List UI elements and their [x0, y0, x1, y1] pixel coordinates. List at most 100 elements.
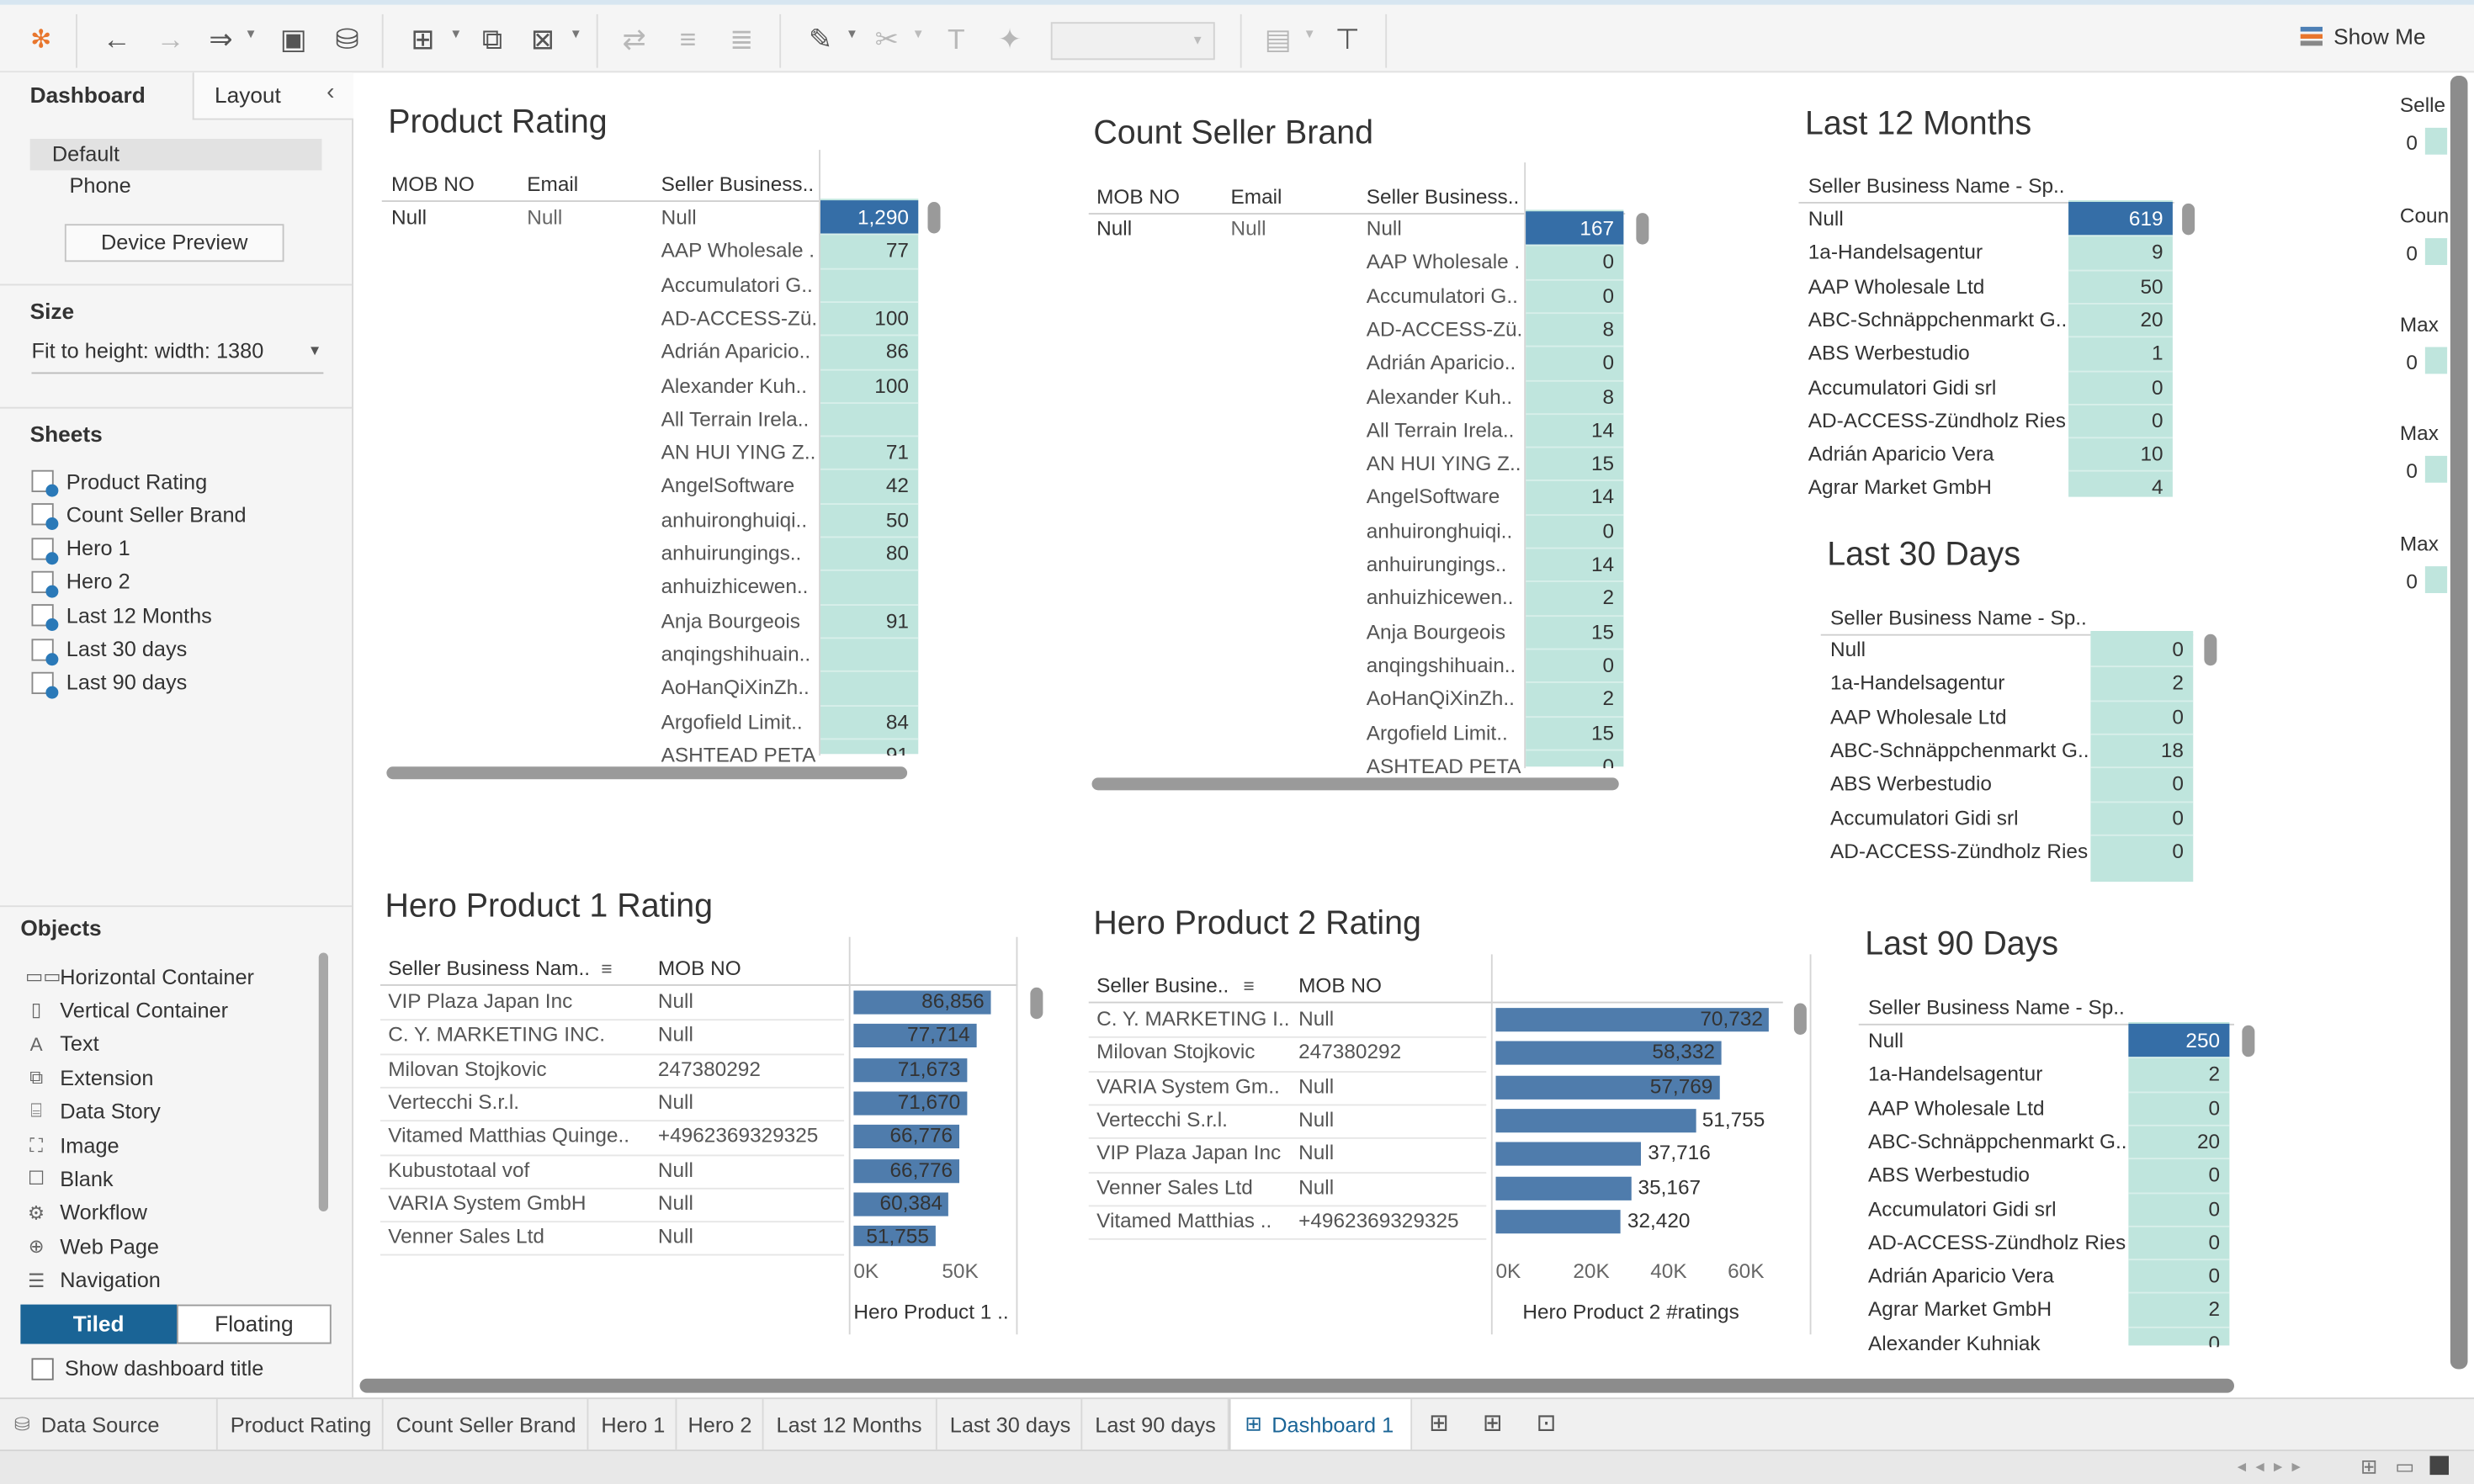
- last90-row-value: 0: [2208, 1095, 2221, 1120]
- presentation-icon[interactable]: ⊤: [1325, 18, 1370, 62]
- sheet-item[interactable]: Last 90 days: [31, 667, 187, 699]
- sheet-item[interactable]: Last 12 Months: [31, 600, 212, 632]
- device-phone[interactable]: Phone: [70, 173, 131, 197]
- last12-row-value: 10: [2140, 442, 2163, 466]
- sort-icon[interactable]: ≡: [601, 957, 612, 979]
- label-icon[interactable]: T: [934, 18, 979, 62]
- tab-dashboard[interactable]: Dashboard: [0, 72, 193, 120]
- dashboard-vscrollbar[interactable]: [2450, 76, 2468, 1370]
- tiled-button[interactable]: Tiled: [20, 1304, 177, 1344]
- product_rating-vscrollbar[interactable]: [927, 202, 941, 234]
- swap-icon[interactable]: ⇄: [613, 18, 657, 62]
- sheet-tab[interactable]: Hero 2: [676, 1399, 764, 1451]
- sheet-tab[interactable]: ⛁ Data Source: [0, 1399, 218, 1451]
- tabs-view-icon[interactable]: [2429, 1455, 2449, 1476]
- hero2-tick: 60K: [1728, 1259, 1765, 1283]
- worksheet-icon: [31, 604, 59, 632]
- sheet-tab[interactable]: Last 90 days: [1082, 1399, 1229, 1451]
- count_seller-row-sep: [1526, 547, 1624, 549]
- object-item[interactable]: ⌸ Data Story: [25, 1095, 160, 1127]
- hero2-vscrollbar[interactable]: [1793, 1003, 1807, 1035]
- object-item[interactable]: ⚙ Workflow: [25, 1197, 147, 1229]
- object-item[interactable]: ☐ Blank: [25, 1163, 114, 1195]
- size-header: Size: [29, 298, 75, 324]
- count_seller-vscrollbar[interactable]: [1636, 213, 1649, 245]
- hero2-row-line: [1088, 1238, 1487, 1240]
- object-item[interactable]: ▯ Vertical Container: [25, 994, 228, 1026]
- product_rating-row-value: 91: [885, 607, 909, 633]
- fit-dropdown[interactable]: ▼: [1050, 22, 1215, 61]
- sheet-item[interactable]: Last 30 days: [31, 633, 187, 665]
- clear-sheet-icon[interactable]: ⊠: [521, 18, 565, 62]
- object-item[interactable]: ☰ Navigation: [25, 1264, 161, 1296]
- new-worksheet-icon[interactable]: ⊞: [401, 18, 445, 62]
- new-worksheet-tab-icon[interactable]: ⊞: [1420, 1408, 1458, 1443]
- redo-icon[interactable]: →: [148, 18, 193, 62]
- floating-button[interactable]: Floating: [177, 1304, 332, 1344]
- sheet-label: Product Rating: [66, 469, 208, 493]
- object-item[interactable]: ⧉ Extension: [25, 1062, 153, 1094]
- show-me-button[interactable]: Show Me: [2300, 24, 2426, 49]
- count_seller-row-value: 14: [1590, 417, 1615, 442]
- page-nav-icon[interactable]: ◂◂▸▸: [2238, 1456, 2310, 1477]
- show-title-checkbox[interactable]: [31, 1358, 54, 1381]
- hero2-bar-label: 57,769: [1649, 1073, 1713, 1098]
- dashboard-hscrollbar[interactable]: [359, 1378, 2234, 1393]
- sort-asc-icon[interactable]: ≡: [666, 18, 710, 62]
- object-item[interactable]: ▭▭ Horizontal Container: [25, 961, 254, 993]
- last90-vscrollbar[interactable]: [2242, 1025, 2255, 1057]
- new-story-tab-icon[interactable]: ⊡: [1527, 1408, 1565, 1443]
- last12-row-sep: [2068, 437, 2173, 439]
- new-dashboard-tab-icon[interactable]: ⊞: [1473, 1408, 1511, 1443]
- hero1-vscrollbar[interactable]: [1030, 987, 1043, 1020]
- grid-view-icon[interactable]: ⊞: [2360, 1455, 2377, 1480]
- sheet-item[interactable]: Hero 1: [31, 533, 130, 564]
- product_rating-row-value: [820, 637, 918, 670]
- attach-icon[interactable]: ✂: [865, 18, 910, 62]
- highlight-icon[interactable]: ✎: [799, 18, 843, 62]
- last30-row-sep: [2090, 733, 2194, 735]
- tableau-logo-icon[interactable]: ✻: [19, 18, 64, 62]
- sheet-item[interactable]: Product Rating: [31, 465, 208, 497]
- product_rating-header: Email: [527, 172, 579, 196]
- show-cards-icon[interactable]: ▤: [1256, 18, 1301, 62]
- pin-icon[interactable]: ✦: [988, 18, 1033, 62]
- collapse-icon[interactable]: ‹: [327, 79, 334, 106]
- object-label: Image: [60, 1133, 119, 1158]
- sheet-tab-label: Hero 2: [688, 1413, 752, 1438]
- sort-icon[interactable]: ≡: [1244, 975, 1255, 997]
- count_seller-row-sep: [1526, 648, 1624, 650]
- object-item[interactable]: ⛶ Image: [25, 1130, 119, 1162]
- last30-vscrollbar[interactable]: [2204, 633, 2217, 666]
- sheet-item[interactable]: Hero 2: [31, 566, 130, 598]
- hero1-bar-label: 71,670: [897, 1089, 961, 1114]
- sort-desc-icon[interactable]: ≣: [719, 18, 764, 62]
- last12-vscrollbar[interactable]: [2182, 203, 2195, 236]
- sheet-tab[interactable]: Last 30 days: [937, 1399, 1083, 1451]
- device-preview-button[interactable]: Device Preview: [64, 224, 284, 262]
- last90-row-value: 2: [2208, 1296, 2221, 1322]
- save-icon[interactable]: ▣: [272, 18, 316, 62]
- hero2-axis-title: Hero Product 2 #ratings: [1522, 1300, 1739, 1324]
- objects-scrollbar[interactable]: [318, 952, 328, 1211]
- sheet-item[interactable]: Count Seller Brand: [31, 499, 247, 531]
- sheet-tab[interactable]: ⊞ Dashboard 1: [1229, 1399, 1413, 1451]
- sheet-tab[interactable]: Product Rating: [218, 1399, 384, 1451]
- count_seller-hscrollbar[interactable]: [1091, 777, 1619, 791]
- replay-icon[interactable]: ⇒: [199, 18, 243, 62]
- filmstrip-view-icon[interactable]: ▭: [2395, 1455, 2414, 1480]
- sheet-tab[interactable]: Last 12 Months: [764, 1399, 937, 1451]
- count_seller-row-value: 8: [1602, 316, 1615, 341]
- device-default[interactable]: Default: [29, 139, 322, 171]
- size-dropdown[interactable]: Fit to height: width: 1380 ▼: [31, 339, 324, 374]
- object-item[interactable]: ⊕ Web Page: [25, 1231, 159, 1263]
- tab-layout[interactable]: Layout: [215, 82, 281, 108]
- new-datasource-icon[interactable]: ⛁: [325, 18, 369, 62]
- product_rating-hscrollbar[interactable]: [386, 766, 908, 780]
- object-item[interactable]: A Text: [25, 1028, 99, 1060]
- sheet-tab[interactable]: Hero 1: [588, 1399, 677, 1451]
- undo-icon[interactable]: ←: [95, 18, 140, 62]
- sheet-tab[interactable]: Count Seller Brand: [384, 1399, 589, 1451]
- duplicate-icon[interactable]: ⧉: [470, 18, 515, 62]
- product_rating-row-sep: [820, 368, 919, 370]
